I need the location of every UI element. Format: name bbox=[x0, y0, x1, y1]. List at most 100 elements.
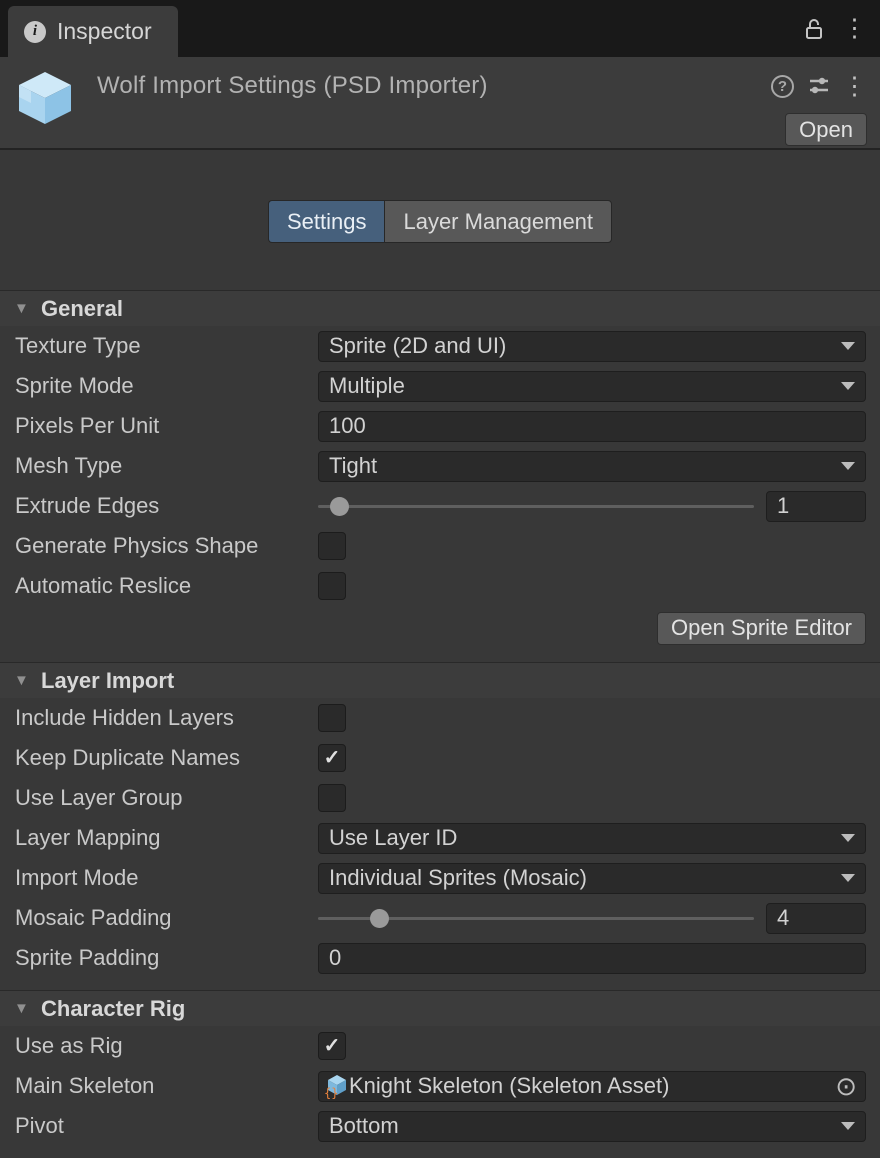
keep-duplicate-names-label: Keep Duplicate Names bbox=[15, 745, 318, 771]
sprite-mode-dropdown[interactable]: Multiple bbox=[318, 371, 866, 402]
section-title: General bbox=[41, 296, 123, 322]
mode-tabs: Settings Layer Management bbox=[0, 200, 880, 243]
sprite-mode-label: Sprite Mode bbox=[15, 373, 318, 399]
row-use-layer-group: Use Layer Group ✓ bbox=[0, 778, 880, 818]
open-button[interactable]: Open bbox=[785, 113, 867, 146]
section-title: Layer Import bbox=[41, 668, 174, 694]
automatic-reslice-checkbox[interactable]: ✓ bbox=[318, 572, 346, 600]
texture-type-dropdown[interactable]: Sprite (2D and UI) bbox=[318, 331, 866, 362]
row-automatic-reslice: Automatic Reslice ✓ bbox=[0, 566, 880, 606]
extrude-edges-slider[interactable] bbox=[318, 496, 754, 517]
tab-settings[interactable]: Settings bbox=[268, 200, 385, 243]
titlebar-actions: ⋮ bbox=[803, 0, 880, 57]
use-layer-group-checkbox[interactable]: ✓ bbox=[318, 784, 346, 812]
titlebar: i Inspector ⋮ bbox=[0, 0, 880, 57]
foldout-icon: ▼ bbox=[14, 672, 41, 689]
import-mode-value: Individual Sprites (Mosaic) bbox=[329, 865, 587, 891]
chevron-down-icon bbox=[841, 462, 855, 470]
use-layer-group-label: Use Layer Group bbox=[15, 785, 318, 811]
sprite-mode-value: Multiple bbox=[329, 373, 405, 399]
row-generate-physics-shape: Generate Physics Shape ✓ bbox=[0, 526, 880, 566]
open-sprite-editor-button[interactable]: Open Sprite Editor bbox=[657, 612, 866, 645]
pixels-per-unit-label: Pixels Per Unit bbox=[15, 413, 318, 439]
mosaic-padding-input[interactable]: 4 bbox=[766, 903, 866, 934]
include-hidden-layers-checkbox[interactable]: ✓ bbox=[318, 704, 346, 732]
generate-physics-shape-label: Generate Physics Shape bbox=[15, 533, 318, 559]
foldout-icon: ▼ bbox=[14, 300, 41, 317]
main-skeleton-label: Main Skeleton bbox=[15, 1073, 318, 1099]
layer-mapping-dropdown[interactable]: Use Layer ID bbox=[318, 823, 866, 854]
chevron-down-icon bbox=[841, 834, 855, 842]
section-header-layer-import[interactable]: ▼ Layer Import bbox=[0, 662, 880, 698]
extrude-edges-value: 1 bbox=[777, 493, 789, 519]
chevron-down-icon bbox=[841, 342, 855, 350]
object-picker-icon[interactable]: ⊙ bbox=[835, 1073, 857, 1099]
asset-header: Wolf Import Settings (PSD Importer) ? ⋮ … bbox=[0, 57, 880, 150]
row-sprite-mode: Sprite Mode Multiple bbox=[0, 366, 880, 406]
page-title: Wolf Import Settings (PSD Importer) bbox=[97, 72, 771, 100]
info-icon: i bbox=[24, 21, 46, 43]
psd-importer-icon bbox=[16, 69, 74, 127]
sprite-padding-input[interactable]: 0 bbox=[318, 943, 866, 974]
row-layer-mapping: Layer Mapping Use Layer ID bbox=[0, 818, 880, 858]
include-hidden-layers-label: Include Hidden Layers bbox=[15, 705, 318, 731]
slider-handle[interactable] bbox=[370, 909, 389, 928]
row-keep-duplicate-names: Keep Duplicate Names ✓ bbox=[0, 738, 880, 778]
mesh-type-label: Mesh Type bbox=[15, 453, 318, 479]
help-icon[interactable]: ? bbox=[771, 75, 794, 98]
mesh-type-dropdown[interactable]: Tight bbox=[318, 451, 866, 482]
row-sprite-padding: Sprite Padding 0 bbox=[0, 938, 880, 978]
pixels-per-unit-input[interactable]: 100 bbox=[318, 411, 866, 442]
row-import-mode: Import Mode Individual Sprites (Mosaic) bbox=[0, 858, 880, 898]
row-include-hidden-layers: Include Hidden Layers ✓ bbox=[0, 698, 880, 738]
tab-layer-management[interactable]: Layer Management bbox=[384, 200, 612, 243]
main-skeleton-value: Knight Skeleton (Skeleton Asset) bbox=[349, 1073, 835, 1099]
titlebar-menu-icon[interactable]: ⋮ bbox=[842, 16, 867, 41]
pixels-per-unit-value: 100 bbox=[329, 413, 366, 439]
slider-handle[interactable] bbox=[330, 497, 349, 516]
layer-mapping-label: Layer Mapping bbox=[15, 825, 318, 851]
sprite-editor-button-row: Open Sprite Editor bbox=[0, 606, 880, 650]
sprite-padding-label: Sprite Padding bbox=[15, 945, 318, 971]
mosaic-padding-label: Mosaic Padding bbox=[15, 905, 318, 931]
header-menu-icon[interactable]: ⋮ bbox=[842, 74, 867, 99]
foldout-icon: ▼ bbox=[14, 1000, 41, 1017]
row-extrude-edges: Extrude Edges 1 bbox=[0, 486, 880, 526]
texture-type-value: Sprite (2D and UI) bbox=[329, 333, 506, 359]
mesh-type-value: Tight bbox=[329, 453, 377, 479]
pivot-dropdown[interactable]: Bottom bbox=[318, 1111, 866, 1142]
tab-inspector[interactable]: i Inspector bbox=[8, 6, 178, 57]
chevron-down-icon bbox=[841, 382, 855, 390]
row-texture-type: Texture Type Sprite (2D and UI) bbox=[0, 326, 880, 366]
main-skeleton-field[interactable]: {} Knight Skeleton (Skeleton Asset) ⊙ bbox=[318, 1071, 866, 1102]
inspector-window: i Inspector ⋮ Wolf Import Set bbox=[0, 0, 880, 1158]
import-mode-label: Import Mode bbox=[15, 865, 318, 891]
slider-track bbox=[318, 505, 754, 508]
mosaic-padding-slider[interactable] bbox=[318, 908, 754, 929]
mosaic-padding-value: 4 bbox=[777, 905, 789, 931]
svg-text:{}: {} bbox=[324, 1086, 338, 1099]
pivot-label: Pivot bbox=[15, 1113, 318, 1139]
check-icon: ✓ bbox=[324, 748, 341, 768]
check-icon: ✓ bbox=[324, 1036, 341, 1056]
row-mesh-type: Mesh Type Tight bbox=[0, 446, 880, 486]
sprite-padding-value: 0 bbox=[329, 945, 341, 971]
header-main: Wolf Import Settings (PSD Importer) ? ⋮ … bbox=[97, 65, 867, 148]
keep-duplicate-names-checkbox[interactable]: ✓ bbox=[318, 744, 346, 772]
import-mode-dropdown[interactable]: Individual Sprites (Mosaic) bbox=[318, 863, 866, 894]
presets-icon[interactable] bbox=[807, 74, 831, 98]
section-header-general[interactable]: ▼ General bbox=[0, 290, 880, 326]
extrude-edges-label: Extrude Edges bbox=[15, 493, 318, 519]
skeleton-asset-icon: {} bbox=[324, 1073, 348, 1099]
pivot-value: Bottom bbox=[329, 1113, 399, 1139]
row-main-skeleton: Main Skeleton {} Knight Skeleton (Skelet… bbox=[0, 1066, 880, 1106]
use-as-rig-label: Use as Rig bbox=[15, 1033, 318, 1059]
chevron-down-icon bbox=[841, 874, 855, 882]
section-header-character-rig[interactable]: ▼ Character Rig bbox=[0, 990, 880, 1026]
lock-icon[interactable] bbox=[803, 17, 825, 41]
generate-physics-shape-checkbox[interactable]: ✓ bbox=[318, 532, 346, 560]
row-pixels-per-unit: Pixels Per Unit 100 bbox=[0, 406, 880, 446]
extrude-edges-input[interactable]: 1 bbox=[766, 491, 866, 522]
use-as-rig-checkbox[interactable]: ✓ bbox=[318, 1032, 346, 1060]
section-title: Character Rig bbox=[41, 996, 185, 1022]
